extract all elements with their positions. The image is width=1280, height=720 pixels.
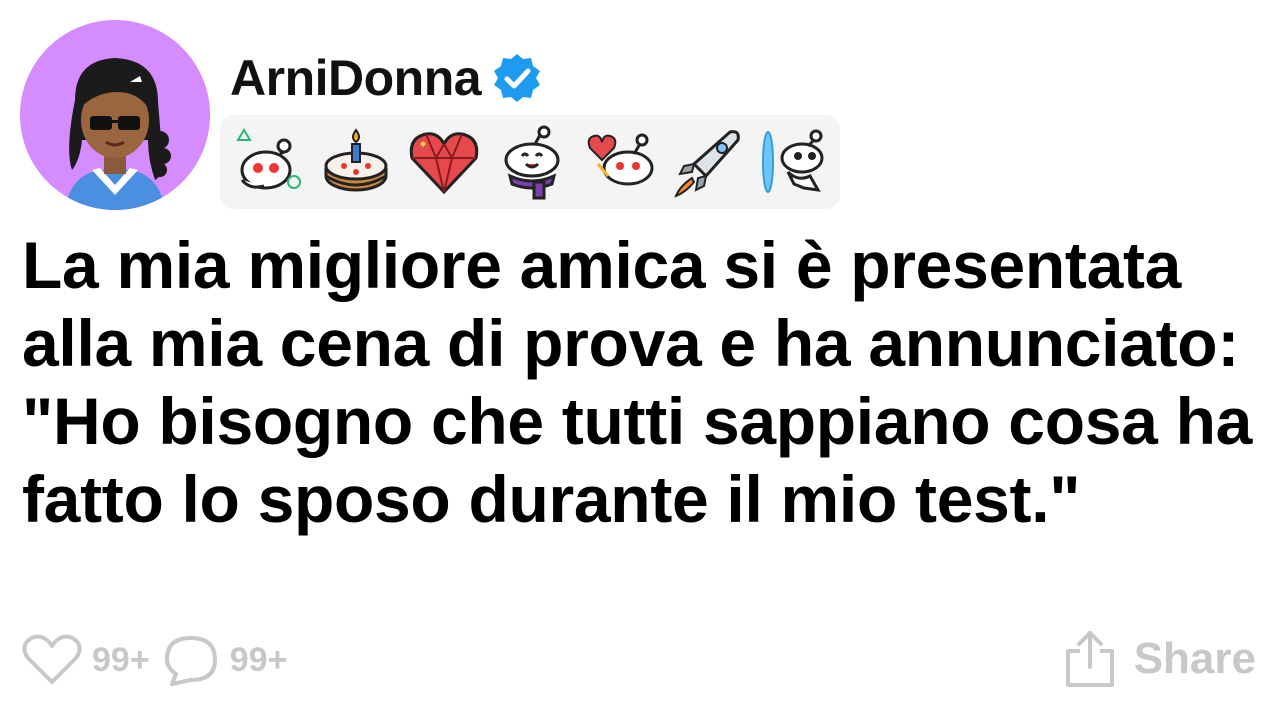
share-icon (1065, 631, 1114, 687)
rocket-award-icon[interactable] (670, 124, 746, 200)
alien-shapes-award-icon[interactable] (230, 124, 306, 200)
username[interactable]: ArniDonna (230, 53, 482, 103)
scarf-snoo-award-icon[interactable] (494, 124, 570, 200)
awards-bar (220, 115, 840, 209)
share-label: Share (1133, 634, 1256, 683)
username-row: ArniDonna (230, 46, 545, 110)
like-button[interactable]: 99+ (20, 632, 150, 688)
gem-heart-award-icon[interactable] (406, 124, 482, 200)
heart-snoo-award-icon[interactable] (582, 124, 658, 200)
avatar[interactable] (20, 20, 210, 210)
birthday-cake-award-icon[interactable] (318, 124, 394, 200)
avatar-illustration-icon (20, 20, 210, 210)
comment-icon (164, 636, 217, 686)
heart-icon (22, 634, 82, 684)
comment-count: 99+ (229, 640, 288, 679)
actions-bar: 99+ 99+ (20, 628, 287, 692)
portal-snoo-award-icon[interactable] (758, 124, 834, 200)
comment-button[interactable]: 99+ (160, 632, 288, 688)
like-count: 99+ (92, 640, 150, 679)
share-button[interactable]: Share (1062, 626, 1256, 692)
verified-badge-icon (489, 50, 545, 106)
post-card: ArniDonna La mia migliore amica si è pre… (0, 0, 1280, 720)
post-title: La mia migliore amica si è presentata al… (22, 228, 1252, 536)
